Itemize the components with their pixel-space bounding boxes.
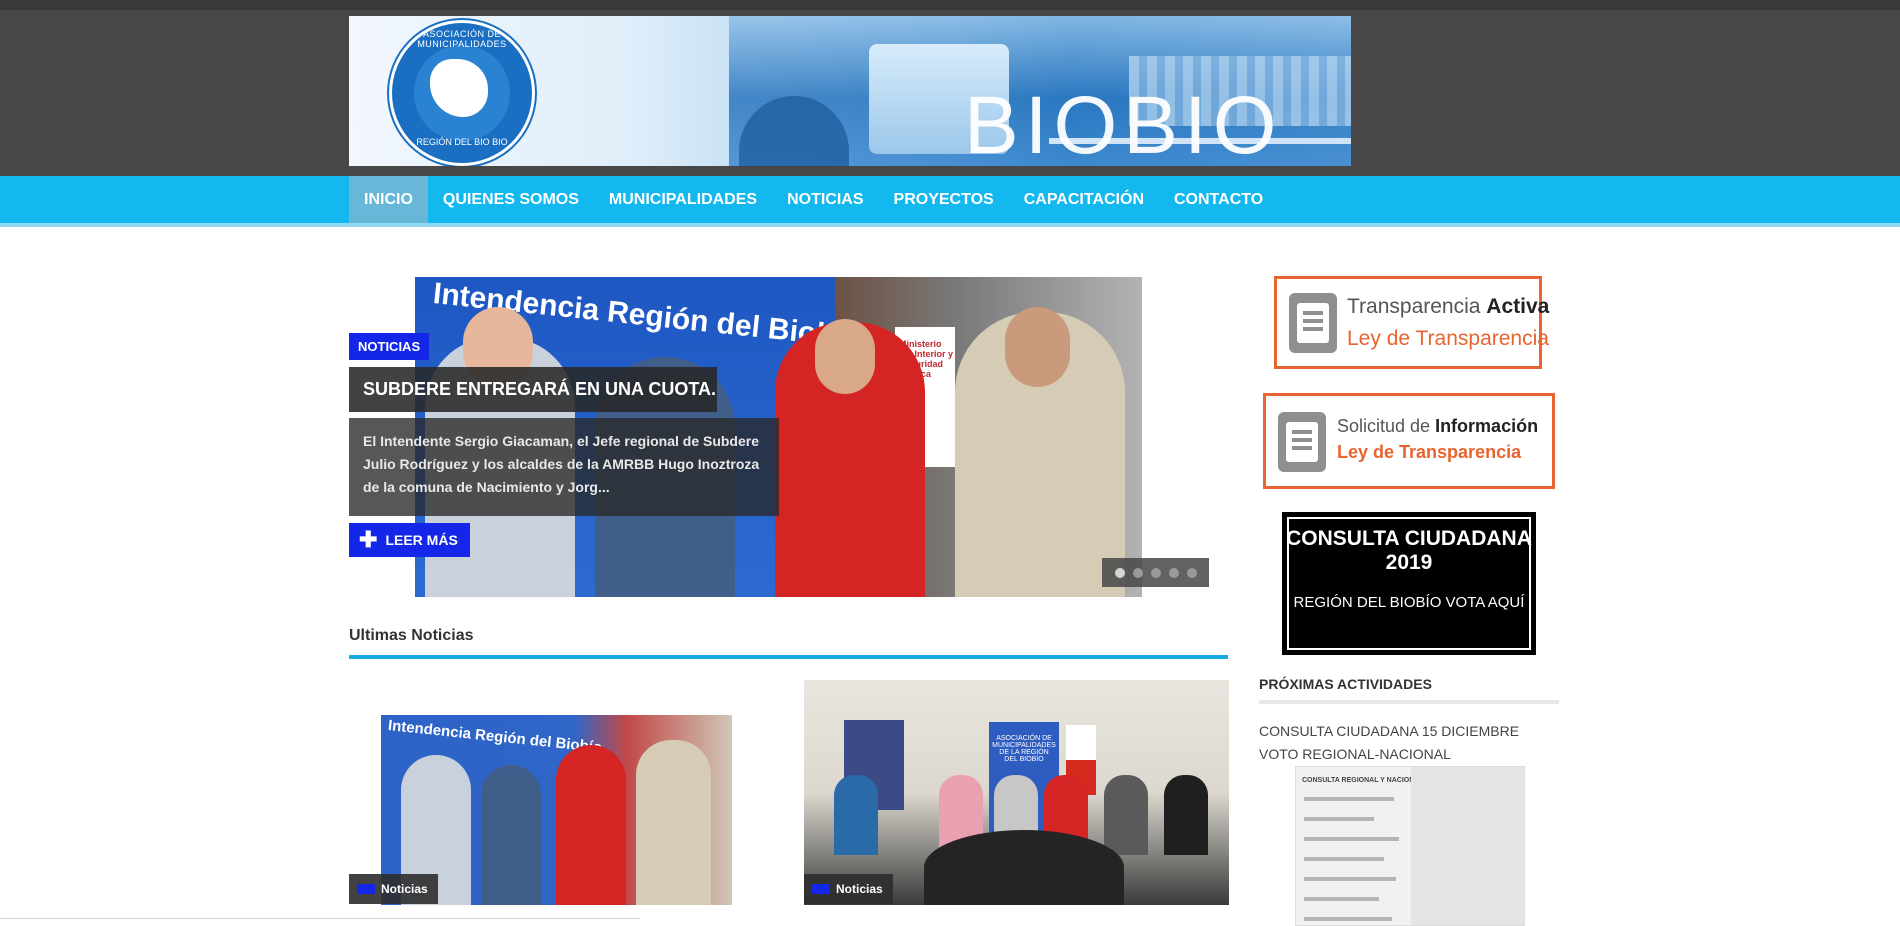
thumbnail-row bbox=[1304, 897, 1379, 901]
transparencia-label: Transparencia bbox=[1347, 295, 1487, 318]
slide-person-head bbox=[1005, 307, 1070, 387]
solicitud-label: Solicitud de bbox=[1337, 416, 1436, 436]
main-navigation: INICIO QUIENES SOMOS MUNICIPALIDADES NOT… bbox=[0, 176, 1900, 227]
thumbnail-column bbox=[1411, 767, 1524, 925]
banner-brand-text: BIOBIO bbox=[964, 80, 1283, 167]
slide-person-head bbox=[815, 319, 875, 394]
solicitud-emphasis: Información bbox=[1435, 416, 1539, 436]
card-person bbox=[834, 775, 878, 855]
thumbnail-row bbox=[1304, 877, 1396, 881]
slide-category-badge[interactable]: NOTICIAS bbox=[349, 333, 430, 360]
card-person bbox=[556, 745, 626, 905]
activity-thumbnail[interactable]: CONSULTA REGIONAL Y NACIONAL bbox=[1295, 766, 1525, 926]
slide-excerpt: El Intendente Sergio Giacaman, el Jefe r… bbox=[349, 418, 779, 516]
card-table bbox=[924, 830, 1124, 905]
news-card-category-tag[interactable]: Noticias bbox=[349, 874, 438, 904]
category-color-icon bbox=[812, 884, 830, 894]
category-color-icon bbox=[357, 884, 375, 894]
logo-text-top: ASOCIACIÓN DE MUNICIPALIDADES bbox=[417, 29, 507, 49]
card-person bbox=[1164, 775, 1208, 855]
association-logo[interactable]: ASOCIACIÓN DE MUNICIPALIDADES REGIÓN DEL… bbox=[389, 20, 535, 166]
nav-list: INICIO QUIENES SOMOS MUNICIPALIDADES NOT… bbox=[349, 176, 1278, 223]
solicitud-informacion-banner[interactable]: Solicitud de Información Ley de Transpar… bbox=[1263, 393, 1555, 489]
thumbnail-row bbox=[1304, 817, 1374, 821]
slide-headline[interactable]: SUBDERE ENTREGARÁ EN UNA CUOTA... bbox=[349, 367, 717, 412]
read-more-label: LEER MÁS bbox=[385, 532, 458, 548]
plus-icon: ✚ bbox=[359, 527, 378, 552]
nav-item-municipalidades[interactable]: MUNICIPALIDADES bbox=[594, 176, 772, 223]
activity-thumbnail-title: CONSULTA REGIONAL Y NACIONAL bbox=[1302, 777, 1424, 784]
slider-dot[interactable] bbox=[1168, 567, 1179, 578]
consulta-title: CONSULTA CIUDADANA 2019 bbox=[1286, 527, 1532, 574]
document-list-icon bbox=[1278, 412, 1326, 472]
nav-item-noticias[interactable]: NOTICIAS bbox=[772, 176, 878, 223]
thumbnail-row bbox=[1304, 797, 1394, 801]
card-person bbox=[481, 765, 541, 905]
consulta-subtitle: REGIÓN DEL BIOBÍO VOTA AQUÍ bbox=[1293, 594, 1525, 611]
thumbnail-row bbox=[1304, 917, 1392, 921]
thumbnail-row bbox=[1304, 837, 1399, 841]
nav-item-capacitacion[interactable]: CAPACITACIÓN bbox=[1009, 176, 1159, 223]
document-list-icon bbox=[1289, 293, 1337, 353]
news-card-category-tag[interactable]: Noticias bbox=[804, 874, 893, 904]
activities-divider bbox=[1259, 700, 1559, 704]
nav-item-proyectos[interactable]: PROYECTOS bbox=[879, 176, 1009, 223]
slider-dot[interactable] bbox=[1114, 567, 1125, 578]
card-person bbox=[1104, 775, 1148, 855]
slider-dot[interactable] bbox=[1186, 567, 1197, 578]
activity-link[interactable]: CONSULTA CIUDADANA 15 DICIEMBRE VOTO REG… bbox=[1259, 720, 1559, 766]
transparencia-line2: Ley de Transparencia bbox=[1347, 327, 1549, 350]
nav-item-contacto[interactable]: CONTACTO bbox=[1159, 176, 1278, 223]
thumbnail-row bbox=[1304, 857, 1384, 861]
slider-dot[interactable] bbox=[1132, 567, 1143, 578]
logo-text-bottom: REGIÓN DEL BIO BIO bbox=[416, 137, 508, 147]
transparencia-activa-banner[interactable]: Transparencia Activa Ley de Transparenci… bbox=[1274, 276, 1549, 369]
card-person bbox=[636, 740, 711, 905]
nav-item-quienes-somos[interactable]: QUIENES SOMOS bbox=[428, 176, 594, 223]
footer-divider bbox=[0, 918, 640, 919]
news-card-image[interactable]: ASOCIACIÓN DE MUNICIPALIDADES DE LA REGI… bbox=[804, 680, 1229, 905]
latest-news-title: Ultimas Noticias bbox=[349, 627, 474, 644]
transparencia-line1: Transparencia Activa bbox=[1347, 295, 1549, 319]
upcoming-activities-title: PRÓXIMAS ACTIVIDADES bbox=[1259, 676, 1432, 692]
transparencia-emphasis: Activa bbox=[1486, 295, 1550, 318]
header-banner[interactable]: ASOCIACIÓN DE MUNICIPALIDADES REGIÓN DEL… bbox=[349, 16, 1351, 166]
solicitud-line2: Ley de Transparencia bbox=[1337, 442, 1522, 462]
consulta-ciudadana-banner[interactable]: CONSULTA CIUDADANA 2019 REGIÓN DEL BIOBÍ… bbox=[1282, 512, 1536, 655]
header-bar: ASOCIACIÓN DE MUNICIPALIDADES REGIÓN DEL… bbox=[0, 0, 1900, 176]
card-banner-text: ASOCIACIÓN DE MUNICIPALIDADES DE LA REGI… bbox=[992, 735, 1056, 763]
news-card-tag-label: Noticias bbox=[381, 882, 428, 896]
read-more-button[interactable]: ✚ LEER MÁS bbox=[349, 523, 470, 557]
slider-dot[interactable] bbox=[1150, 567, 1161, 578]
section-divider bbox=[349, 655, 1228, 659]
nav-item-inicio[interactable]: INICIO bbox=[349, 176, 428, 223]
news-card-tag-label: Noticias bbox=[836, 882, 883, 896]
solicitud-line1: Solicitud de Información bbox=[1337, 416, 1538, 437]
slider-pagination bbox=[1102, 558, 1209, 587]
